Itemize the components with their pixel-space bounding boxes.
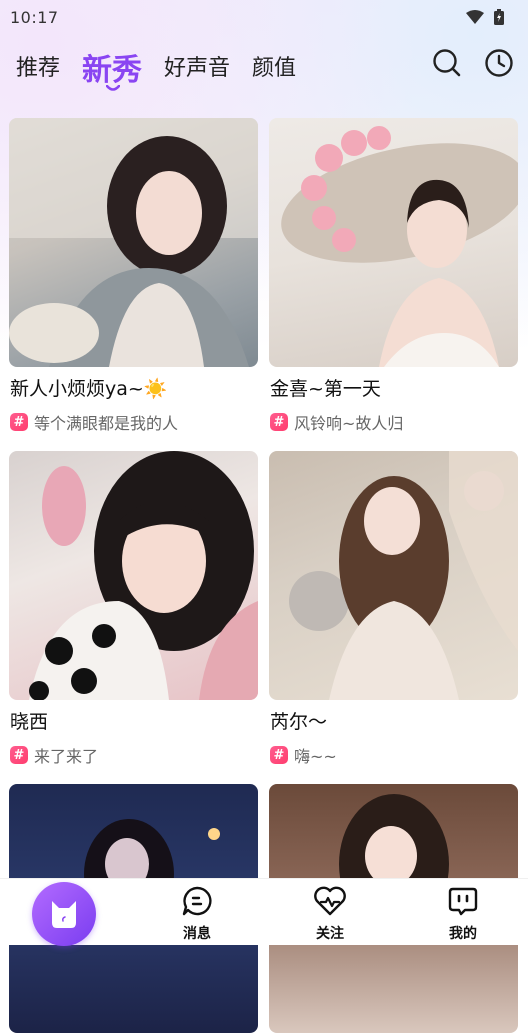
streamer-card[interactable]: 晓西 # 来了来了 [9,451,258,766]
streamer-name: 晓西 [10,711,49,733]
nav-item-home[interactable] [32,882,96,946]
message-icon [182,886,212,916]
streamer-tag-text: 风铃响~故人归 [294,414,404,433]
profile-face-icon [448,887,478,916]
streamer-tag: # 风铃响~故人归 [270,410,403,434]
streamer-card[interactable]: 新人小烦烦ya~☀️ # 等个满眼都是我的人 [9,118,258,433]
streamer-photo[interactable] [9,451,258,700]
nav-label-messages: 消息 [183,926,211,942]
portrait-illustration [289,451,518,700]
status-time: 10:17 [10,7,59,27]
search-icon[interactable] [432,48,462,78]
portrait-illustration [29,451,258,700]
streamer-tag-text: 等个满眼都是我的人 [34,414,179,433]
wifi-icon [466,10,484,24]
streamer-photo[interactable] [269,118,518,367]
streamer-tag-text: 来了来了 [34,747,99,766]
streamer-name: 芮尔～ [270,711,328,733]
nav-item-following[interactable]: 关注 [290,885,370,943]
active-tab-indicator [106,85,120,91]
hashtag-icon: # [270,413,288,431]
streamer-card[interactable]: 芮尔～ # 嗨~~ [269,451,518,766]
streamer-tag: # 嗨~~ [270,743,337,767]
status-bar: 10:17 [0,0,528,34]
tab-recommend[interactable]: 推荐 [16,50,60,82]
streamer-tag: # 来了来了 [10,743,98,767]
status-icons [466,9,504,25]
history-clock-icon[interactable] [484,48,514,78]
streamer-tag: # 等个满眼都是我的人 [10,410,178,434]
tab-newcomers[interactable]: 新秀 [82,45,142,89]
portrait-illustration [9,118,258,367]
tab-looks[interactable]: 颜值 [252,50,296,82]
hashtag-icon: # [10,413,28,431]
home-cat-icon [52,901,76,928]
portrait-illustration [281,126,518,367]
nav-item-me[interactable]: 我的 [423,885,503,943]
nav-label-following: 关注 [316,926,344,942]
streamer-name: 金喜~第一天 [270,378,381,400]
streamer-name: 新人小烦烦ya~☀️ [10,378,168,400]
battery-icon [494,9,504,25]
tab-good-voice[interactable]: 好声音 [164,50,230,82]
streamer-card[interactable]: 金喜~第一天 # 风铃响~故人归 [269,118,518,433]
streamer-photo[interactable] [269,451,518,700]
nav-item-messages[interactable]: 消息 [157,885,237,943]
hashtag-icon: # [270,746,288,764]
streamer-photo[interactable] [9,118,258,367]
top-tab-bar: 推荐 新秀 好声音 颜值 [0,40,528,100]
heart-pulse-icon [314,886,346,916]
hashtag-icon: # [10,746,28,764]
nav-label-me: 我的 [449,926,477,942]
streamer-tag-text: 嗨~~ [294,747,337,766]
